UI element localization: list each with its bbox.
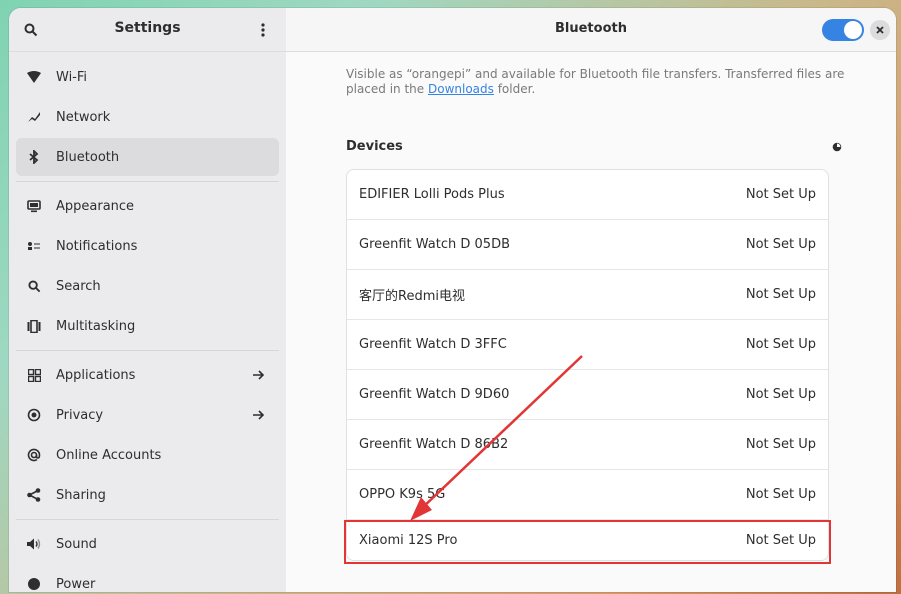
bluetooth-toggle[interactable] [822,19,864,41]
device-name: Greenfit Watch D 3FFC [359,337,507,352]
sidebar-item-label: Bluetooth [56,149,120,165]
power-icon [26,576,42,592]
device-status: Not Set Up [745,237,816,252]
wifi-icon [26,69,42,85]
sidebar-item-network[interactable]: Network [16,98,279,136]
device-status: Not Set Up [745,287,816,302]
device-name: 客厅的Redmi电视 [359,289,465,304]
main-header: Bluetooth [286,8,896,52]
online-accounts-icon [26,447,42,463]
multitasking-icon [26,318,42,334]
device-status: Not Set Up [745,187,816,202]
page-title: Bluetooth [555,21,627,36]
sidebar-title: Settings [114,20,181,36]
sidebar-item-label: Search [56,278,101,294]
device-row[interactable]: Greenfit Watch D 86B2 Not Set Up [347,420,828,470]
sidebar-item-label: Notifications [56,238,138,254]
device-name: Greenfit Watch D 9D60 [359,387,510,402]
main-menu-button[interactable] [253,18,273,42]
devices-heading: Devices [346,139,403,154]
arrow-right-icon [251,407,267,423]
sidebar-item-sharing[interactable]: Sharing [16,476,279,514]
device-row[interactable]: Greenfit Watch D 3FFC Not Set Up [347,320,828,370]
search-icon [26,278,42,294]
device-list: EDIFIER Lolli Pods Plus Not Set Up Green… [344,169,831,564]
close-button[interactable] [870,20,890,40]
sidebar-item-label: Power [56,576,96,592]
sidebar-separator [16,519,279,520]
sidebar-item-label: Sound [56,536,97,552]
network-icon [26,109,42,125]
visibility-info: Visible as “orangepi” and available for … [346,67,846,97]
device-name: Greenfit Watch D 05DB [359,237,511,252]
device-row[interactable]: 客厅的Redmi电视 Not Set Up [347,270,828,320]
applications-icon [26,367,42,383]
main-panel: Bluetooth Visible as “orangepi” and avai… [286,8,896,592]
device-status: Not Set Up [745,487,816,502]
downloads-link[interactable]: Downloads [428,82,494,96]
sidebar-item-label: Applications [56,367,136,383]
device-row-xiaomi[interactable]: Xiaomi 12S Pro Not Set Up [344,520,831,564]
sidebar-item-appearance[interactable]: Appearance [16,187,279,225]
device-name: Xiaomi 12S Pro [359,532,458,548]
settings-window: Settings Wi-Fi Network Bluetooth Appeara… [9,8,896,592]
sidebar-item-label: Online Accounts [56,447,162,463]
sidebar-item-label: Privacy [56,407,104,423]
sidebar-header: Settings [9,8,286,52]
sidebar-item-power[interactable]: Power [16,565,279,592]
info-text-prefix: Visible as “orangepi” and available for … [346,67,845,96]
bluetooth-icon [26,149,42,165]
toggle-knob [844,21,862,39]
sidebar: Settings Wi-Fi Network Bluetooth Appeara… [9,8,287,592]
sidebar-item-bluetooth[interactable]: Bluetooth [16,138,279,176]
device-row[interactable]: Greenfit Watch D 9D60 Not Set Up [347,370,828,420]
notifications-icon [26,238,42,254]
sidebar-item-label: Appearance [56,198,135,214]
sidebar-item-sound[interactable]: Sound [16,525,279,563]
device-name: Greenfit Watch D 86B2 [359,437,509,452]
sidebar-item-notifications[interactable]: Notifications [16,227,279,265]
sidebar-item-label: Network [56,109,111,125]
sidebar-separator [16,181,279,182]
sound-icon [26,536,42,552]
sidebar-item-online-accounts[interactable]: Online Accounts [16,436,279,474]
device-row[interactable]: OPPO K9s 5G Not Set Up [347,470,828,520]
sidebar-item-label: Multitasking [56,318,136,334]
device-status: Not Set Up [745,387,816,402]
sidebar-item-multitasking[interactable]: Multitasking [16,307,279,345]
device-row[interactable]: Greenfit Watch D 05DB Not Set Up [347,220,828,270]
privacy-icon [26,407,42,423]
device-status: Not Set Up [745,337,816,352]
appearance-icon [26,198,42,214]
sidebar-item-privacy[interactable]: Privacy [16,396,279,434]
device-row[interactable]: EDIFIER Lolli Pods Plus Not Set Up [347,170,828,220]
kebab-menu-icon [261,23,265,37]
sidebar-item-search[interactable]: Search [16,267,279,305]
sidebar-item-wifi[interactable]: Wi-Fi [16,58,279,96]
sidebar-separator [16,350,279,351]
info-text-suffix: folder. [493,82,536,96]
sidebar-item-label: Sharing [56,487,106,503]
device-name: EDIFIER Lolli Pods Plus [359,187,505,202]
sidebar-list: Wi-Fi Network Bluetooth Appearance Notif… [9,52,286,592]
spinner-icon [832,142,842,152]
sidebar-item-applications[interactable]: Applications [16,356,279,394]
sharing-icon [26,487,42,503]
sidebar-item-label: Wi-Fi [56,69,88,85]
arrow-right-icon [251,367,267,383]
device-status: Not Set Up [745,437,816,452]
close-icon [876,26,884,34]
device-name: OPPO K9s 5G [359,487,446,502]
device-status: Not Set Up [745,532,816,548]
